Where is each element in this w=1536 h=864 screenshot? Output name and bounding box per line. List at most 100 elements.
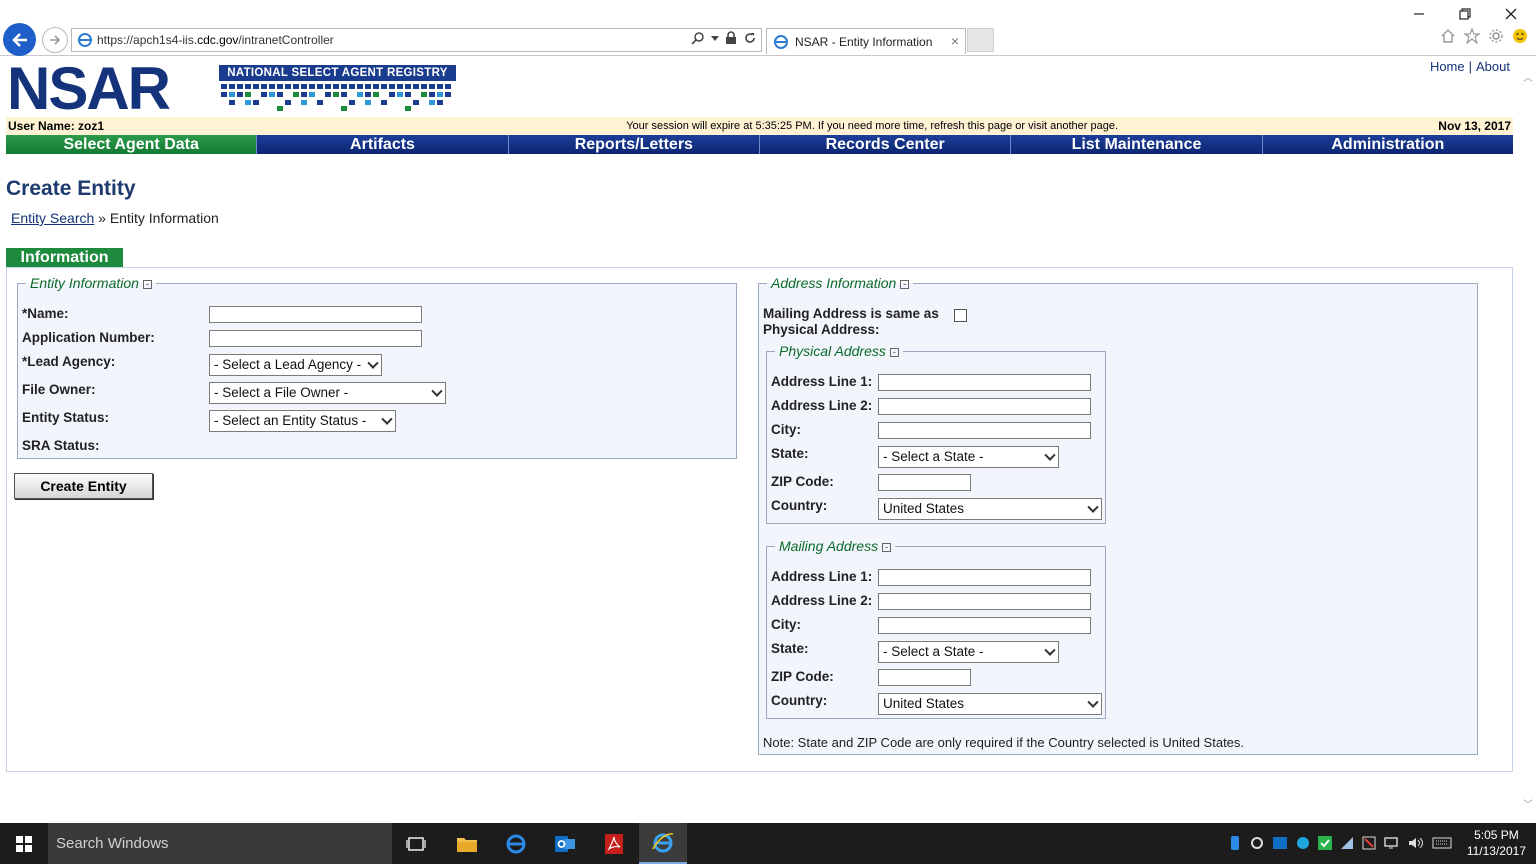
chevron-down-icon [367,357,379,369]
tray-check-icon[interactable] [1318,836,1332,850]
scroll-up-icon[interactable]: ︿ [1523,69,1533,84]
browser-tools [1440,28,1528,44]
physical-zip-label: ZIP Code: [771,474,834,489]
browser-chrome: https://apch1s4-iis.cdc.gov/intranetCont… [0,0,1536,56]
mailing-state-select[interactable]: - Select a State - [878,641,1059,663]
menu-artifacts[interactable]: Artifacts [257,135,509,154]
physical-state-select[interactable]: - Select a State - [878,446,1059,468]
collapse-icon[interactable]: - [889,347,899,357]
application-number-input[interactable] [209,330,422,347]
physical-line1-label: Address Line 1: [771,374,873,389]
breadcrumb-separator: » [98,210,106,226]
start-button[interactable] [0,823,48,864]
physical-line2-input[interactable] [878,398,1091,415]
collapse-icon[interactable]: - [882,542,892,552]
back-button[interactable] [3,23,36,56]
search-icon[interactable] [691,31,705,45]
collapse-icon[interactable]: - [900,279,910,289]
tray-app-icon[interactable] [1228,835,1242,851]
close-window-icon[interactable] [1505,8,1517,20]
tray-sync-icon[interactable] [1250,836,1264,850]
dropdown-caret-icon[interactable] [711,34,719,42]
favorites-star-icon[interactable] [1464,28,1480,44]
user-name: User Name: zoz1 [8,119,105,133]
refresh-icon[interactable] [743,31,757,45]
system-clock[interactable]: 5:05 PM 11/13/2017 [1467,827,1526,859]
tray-skype-icon[interactable] [1296,836,1310,850]
clock-date: 11/13/2017 [1466,844,1526,858]
tray-security-icon[interactable] [1362,836,1376,850]
mailing-line1-input[interactable] [878,569,1091,586]
tab-information[interactable]: Information [6,248,123,267]
new-tab-button[interactable] [967,28,994,52]
taskbar-search[interactable]: Search Windows [48,823,392,864]
physical-country-select[interactable]: United States [878,498,1102,520]
mailing-zip-input[interactable] [878,669,971,686]
menu-administration[interactable]: Administration [1262,135,1513,154]
gear-icon[interactable] [1488,28,1504,44]
physical-zip-input[interactable] [878,474,971,491]
keyboard-icon[interactable] [1432,836,1452,850]
menu-select-agent-data[interactable]: Select Agent Data [6,135,258,154]
windows-logo-icon [16,835,32,852]
name-input[interactable] [209,306,422,323]
home-link[interactable]: Home [1430,59,1465,74]
system-tray [1228,835,1452,851]
outlook-button[interactable] [541,823,589,864]
chevron-down-icon [1044,449,1056,461]
task-view-button[interactable] [392,823,440,864]
menu-reports-letters[interactable]: Reports/Letters [508,135,760,154]
edge-icon [506,834,526,853]
entity-information-legend: Entity Information - [26,275,156,291]
physical-city-input[interactable] [878,422,1091,439]
entity-status-select[interactable]: - Select an Entity Status - [209,410,396,432]
breadcrumb-entity-search[interactable]: Entity Search [11,210,94,226]
smiley-feedback-icon[interactable] [1512,28,1528,44]
tray-network-status-icon[interactable] [1340,836,1354,850]
sra-status-label: SRA Status: [22,438,100,453]
outlook-icon [555,835,575,852]
logo-pixel-pattern [221,84,451,111]
tray-network-icon[interactable] [1384,836,1400,850]
physical-line1-input[interactable] [878,374,1091,391]
collapse-icon[interactable]: - [142,279,152,289]
edge-button[interactable] [492,823,540,864]
volume-icon[interactable] [1408,836,1424,850]
file-explorer-button[interactable] [443,823,491,864]
application-number-label: Application Number: [22,330,155,345]
tray-outlook-icon[interactable] [1272,836,1288,850]
menu-records-center[interactable]: Records Center [759,135,1012,154]
vertical-scrollbar[interactable]: ︿ ﹀ [1520,57,1536,823]
acrobat-button[interactable] [590,823,638,864]
address-bar[interactable]: https://apch1s4-iis.cdc.gov/intranetCont… [71,28,762,52]
browser-tab[interactable]: NSAR - Entity Information × [766,28,966,54]
mailing-line1-label: Address Line 1: [771,569,873,584]
mailing-city-label: City: [771,617,801,632]
lock-icon[interactable] [725,31,737,45]
mailing-zip-label: ZIP Code: [771,669,834,684]
same-address-checkbox[interactable] [954,309,967,322]
mailing-line2-input[interactable] [878,593,1091,610]
internet-explorer-button[interactable] [639,823,687,864]
tab-title: NSAR - Entity Information [795,34,933,49]
menu-list-maintenance[interactable]: List Maintenance [1011,135,1263,154]
scroll-down-icon[interactable]: ﹀ [1523,796,1533,811]
physical-country-label: Country: [771,498,828,513]
back-arrow-icon [11,32,27,47]
file-owner-select[interactable]: - Select a File Owner - [209,382,446,404]
mailing-country-select[interactable]: United States [878,693,1102,715]
restore-icon[interactable] [1459,8,1471,20]
about-link[interactable]: About [1476,59,1510,74]
create-entity-button[interactable]: Create Entity [14,473,153,499]
mailing-city-input[interactable] [878,617,1091,634]
home-icon[interactable] [1440,28,1456,44]
tab-close-icon[interactable]: × [951,33,959,49]
minimize-icon[interactable] [1413,8,1425,20]
forward-arrow-icon [50,35,61,45]
file-owner-label: File Owner: [22,382,96,397]
lead-agency-select[interactable]: - Select a Lead Agency - [209,354,382,376]
entity-status-label: Entity Status: [22,410,110,425]
forward-button[interactable] [42,27,68,53]
chevron-down-icon [1087,501,1099,513]
lead-agency-label: *Lead Agency: [22,354,116,369]
